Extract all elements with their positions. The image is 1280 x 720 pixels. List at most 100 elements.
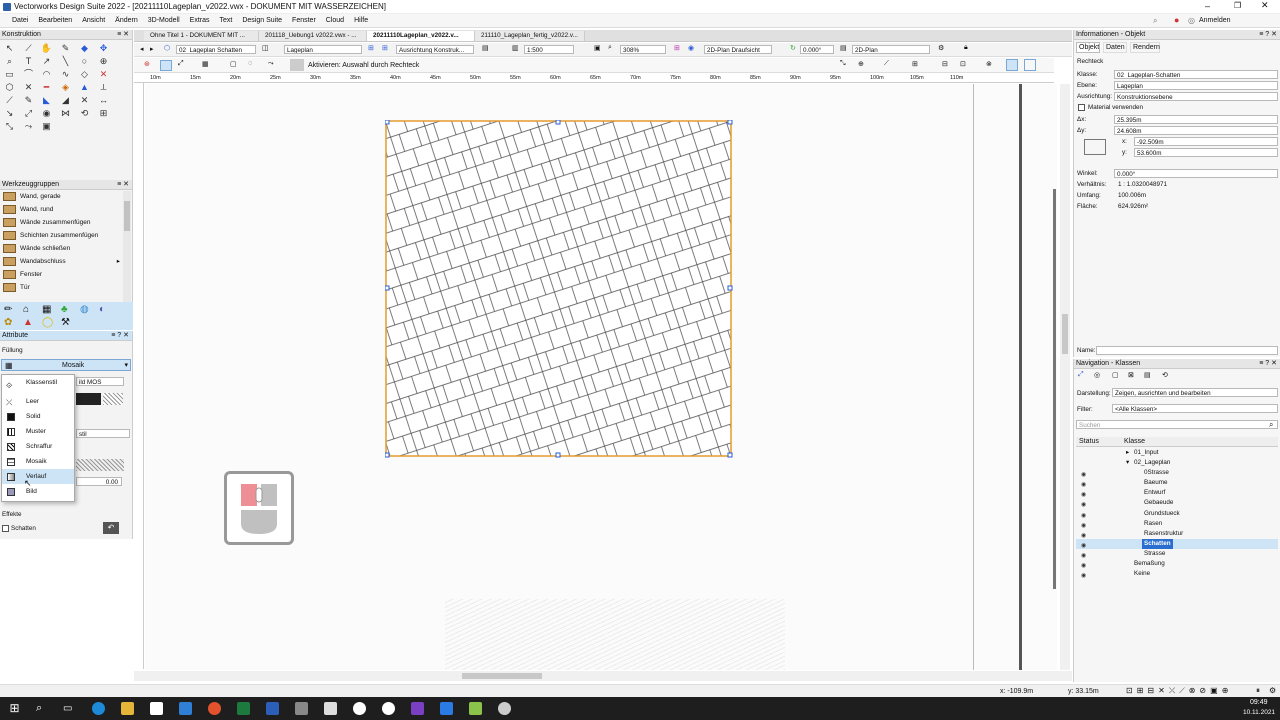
class-row[interactable]: ◉ Bemaßung	[1076, 559, 1278, 569]
filter-select[interactable]: <Alle Klassen>	[1112, 404, 1278, 413]
rectangle-select-mode-icon[interactable]	[160, 60, 172, 71]
tool-group-item[interactable]: Wandabschluss ▸	[0, 255, 132, 268]
render-icon[interactable]: ⊞	[674, 44, 680, 52]
pan-tool-icon[interactable]: ✋	[40, 43, 53, 54]
tab-objekt[interactable]: Objekt	[1076, 42, 1100, 53]
tool-group-item[interactable]: Wand, gerade	[0, 190, 132, 203]
menu-fenster[interactable]: Fenster	[287, 14, 321, 28]
fill-type-dropdown[interactable]: ▦ Mosaik ▾	[1, 359, 131, 371]
scrollbar-thumb[interactable]	[124, 201, 130, 231]
tool-group-item[interactable]: Wände zusammenfügen	[0, 216, 132, 229]
panel-close-icon[interactable]: ≡ ✕	[117, 30, 129, 40]
mode-icon[interactable]: ▦	[202, 60, 209, 68]
tool-icon[interactable]: ◈	[59, 82, 72, 93]
angle-field[interactable]: 0.000°	[1114, 169, 1278, 178]
search-icon[interactable]: ⌕	[36, 702, 49, 715]
tool-icon[interactable]: ✕	[22, 82, 35, 93]
tool-icon[interactable]: ⟋	[3, 95, 16, 106]
class-row[interactable]: ◉ Rasen	[1076, 519, 1278, 529]
tool-icon[interactable]: ✥	[97, 43, 110, 54]
class-select[interactable]: 02_Lageplan-Schatten	[1114, 70, 1278, 79]
file-explorer-icon[interactable]	[121, 702, 134, 715]
tool-icon[interactable]: ▣	[40, 121, 53, 132]
mode-icon[interactable]: ⤳	[268, 60, 274, 68]
alignment-select[interactable]: Konstruktionsebene	[1114, 92, 1278, 101]
tool-icon[interactable]	[1006, 59, 1018, 71]
tool-icon[interactable]: ▲	[78, 82, 91, 93]
menu-3d-modell[interactable]: 3D-Modell	[143, 14, 185, 28]
tool-icon[interactable]: ∿	[59, 69, 72, 80]
palette-icon[interactable]: ◐	[99, 304, 105, 315]
tool-icon[interactable]: ◢	[59, 95, 72, 106]
task-view-icon[interactable]: ▭	[63, 702, 76, 715]
dx-field[interactable]: 25.395m	[1114, 115, 1278, 124]
tool-icon[interactable]: ↔	[97, 95, 110, 106]
search-input[interactable]: Suchen	[1076, 420, 1278, 429]
tool-icon[interactable]: ⟂	[97, 82, 110, 93]
mode-icon[interactable]	[290, 59, 304, 71]
tool-group-item[interactable]: Tür	[0, 281, 132, 294]
tool-icon[interactable]: ⋈	[59, 108, 72, 119]
menu-item-bild[interactable]: Bild	[2, 484, 74, 499]
tool-icon[interactable]: ⟋	[22, 43, 35, 54]
horizontal-scrollbar[interactable]	[134, 671, 1072, 681]
windows-start-icon[interactable]: ⊞	[8, 702, 21, 715]
menu-aendern[interactable]: Ändern	[110, 14, 143, 28]
tool-icon[interactable]: ⤡	[840, 60, 846, 68]
palette-icon[interactable]: ✿	[4, 317, 12, 328]
nav-tool-icon[interactable]: ▤	[1144, 371, 1151, 379]
app-icon[interactable]	[411, 702, 424, 715]
menu-hilfe[interactable]: Hilfe	[349, 14, 373, 28]
expand-icon[interactable]: ▸	[1126, 448, 1129, 458]
class-row[interactable]: ◉ Strasse	[1076, 549, 1278, 559]
fill-style-field[interactable]: ild MOS	[76, 377, 124, 386]
class-row[interactable]: ◉ Baeume	[1076, 478, 1278, 488]
view-icon[interactable]: ▤	[482, 44, 489, 52]
circle-tool-icon[interactable]: ○	[78, 56, 91, 67]
nav-tool-icon[interactable]: ⟲	[1162, 371, 1168, 379]
x-field[interactable]: -92.509m	[1134, 137, 1278, 146]
menu-item-schraffur[interactable]: Schraffur	[2, 439, 74, 454]
tool-icon[interactable]: ◉	[40, 108, 53, 119]
nav-tool-icon[interactable]: ▢	[1112, 371, 1119, 379]
tool-icon[interactable]: ⤳	[22, 121, 35, 132]
tool-icon[interactable]: ⌒	[22, 69, 35, 80]
selected-rectangle[interactable]	[385, 120, 733, 458]
lasso-icon[interactable]: ◌	[248, 60, 252, 67]
line-thickness-field[interactable]: 0.00	[76, 477, 122, 486]
scrollbar-thumb[interactable]	[1062, 314, 1068, 354]
alignment-select[interactable]: Ausrichtung Konstruk...	[396, 45, 474, 54]
panel-close-icon[interactable]: ≡ ? ✕	[1259, 30, 1277, 40]
zoom-field[interactable]: 308%	[620, 45, 666, 54]
palette-icon[interactable]: ⌂	[23, 304, 29, 315]
tool-icon[interactable]: ⤢	[22, 108, 35, 119]
tool-icon[interactable]: ✕	[78, 95, 91, 106]
maximize-icon[interactable]: ❐	[1234, 1, 1241, 10]
tab-rendern[interactable]: Rendern	[1130, 42, 1160, 53]
tool-icon[interactable]: ⊞	[97, 108, 110, 119]
menu-datei[interactable]: Datei	[0, 14, 33, 28]
mode-icon[interactable]: ▢	[230, 60, 237, 68]
zoom-app-icon[interactable]	[440, 702, 453, 715]
menu-bearbeiten[interactable]: Bearbeiten	[33, 14, 77, 28]
tool-group-item[interactable]: Schichten zusammenfügen	[0, 229, 132, 242]
tool-icon[interactable]: ◣	[40, 95, 53, 106]
menu-item-mosaik[interactable]: Mosaik	[2, 454, 74, 469]
projection-icon[interactable]: ⚙	[938, 44, 944, 52]
display-select[interactable]: Zeigen, ausrichten und bearbeiten	[1112, 388, 1278, 397]
layer-select[interactable]: Lageplan	[1114, 81, 1278, 90]
class-row[interactable]: ◉ Grundstueck	[1076, 509, 1278, 519]
tab-doc-4[interactable]: 211110_Lageplan_fertig_v2022.v...	[475, 31, 585, 41]
class-row-selected[interactable]: ◉ Schatten	[1076, 538, 1278, 549]
app-icon[interactable]	[324, 702, 337, 715]
grid-icon[interactable]: ⊞	[368, 44, 374, 52]
tool-icon[interactable]: ⊗	[986, 60, 992, 68]
tab-daten[interactable]: Daten	[1103, 42, 1127, 53]
minimize-icon[interactable]: –	[1205, 1, 1210, 11]
word-icon[interactable]	[266, 702, 279, 715]
class-row[interactable]: ◉ Gebaeude	[1076, 498, 1278, 508]
tool-icon[interactable]: ⟲	[78, 108, 91, 119]
text-tool-icon[interactable]: T	[22, 56, 35, 67]
app-icon[interactable]	[498, 702, 511, 715]
tool-icon[interactable]: ↗	[40, 56, 53, 67]
